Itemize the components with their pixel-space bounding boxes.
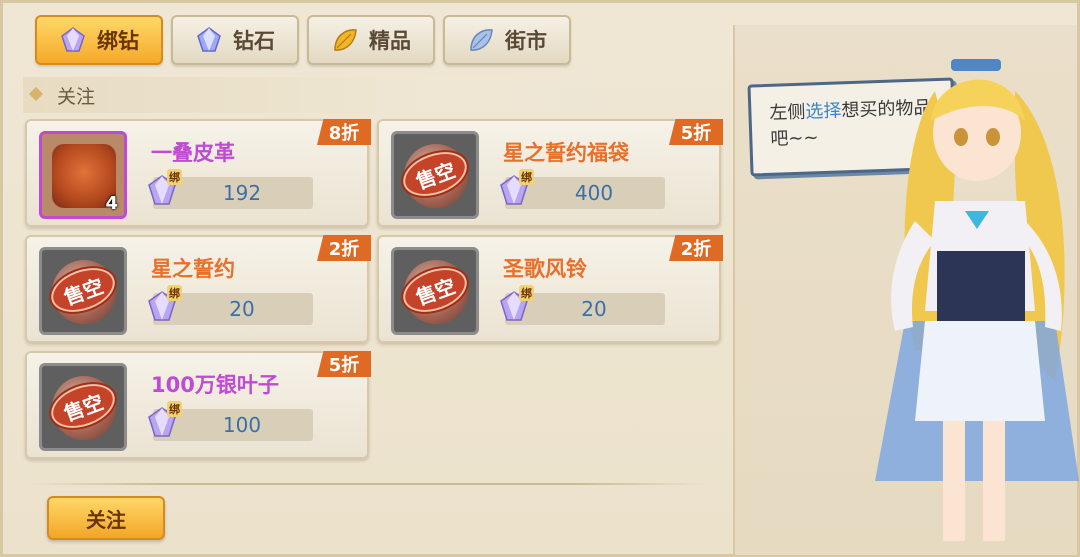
shop-window: 绑钻 钻石 精品 街市 关注 4 一叠皮革 8折 192 绑 售空 星之誓约福袋… (0, 0, 1080, 557)
diamond-icon (197, 27, 221, 52)
discount-tag: 8折 (317, 119, 371, 145)
follow-button[interactable]: 关注 (47, 496, 165, 540)
tab-premium[interactable]: 精品 (307, 15, 435, 65)
speech-highlight: 选择 (805, 100, 842, 123)
shop-item-card[interactable]: 售空 星之誓约福袋 5折 400 绑 (377, 119, 723, 227)
divider (27, 483, 709, 485)
tab-label: 精品 (369, 29, 411, 53)
bind-tag: 绑 (519, 285, 534, 301)
bind-tag: 绑 (519, 169, 534, 185)
shop-item-card[interactable]: 售空 100万银叶子 5折 100 绑 (25, 351, 371, 459)
item-slot: 4 (39, 131, 127, 219)
tab-label: 绑钻 (97, 29, 139, 53)
discount-tag: 2折 (317, 235, 371, 261)
bind-tag: 绑 (167, 401, 182, 417)
item-slot: 售空 (391, 247, 479, 335)
item-slot: 售空 (39, 247, 127, 335)
shop-item-card[interactable]: 4 一叠皮革 8折 192 绑 (25, 119, 371, 227)
tab-diamond[interactable]: 钻石 (171, 15, 299, 65)
bind-tag: 绑 (167, 285, 182, 301)
item-name: 星之誓约福袋 (503, 141, 629, 165)
shop-item-card[interactable]: 售空 星之誓约 2折 20 绑 (25, 235, 371, 343)
tab-label: 街市 (505, 29, 547, 53)
discount-tag: 5折 (317, 351, 371, 377)
gold-leaf-icon (334, 29, 357, 51)
item-name: 圣歌风铃 (503, 257, 587, 281)
bound-diamond-icon (61, 27, 85, 52)
shop-list-panel: 绑钻 钻石 精品 街市 关注 4 一叠皮革 8折 192 绑 售空 星之誓约福袋… (17, 13, 729, 553)
section-header-follow: 关注 (23, 77, 711, 113)
bullet-diamond-icon (28, 86, 44, 102)
blue-leaf-icon (470, 29, 493, 51)
tab-market[interactable]: 街市 (443, 15, 571, 65)
section-title: 关注 (57, 85, 96, 108)
shop-item-card[interactable]: 售空 圣歌风铃 2折 20 绑 (377, 235, 723, 343)
item-count: 4 (105, 193, 118, 214)
item-slot: 售空 (39, 363, 127, 451)
bind-tag: 绑 (167, 169, 182, 185)
item-slot: 售空 (391, 131, 479, 219)
speech-text-before: 左侧 (769, 101, 806, 124)
tab-label: 钻石 (233, 29, 275, 53)
item-name: 100万银叶子 (151, 373, 279, 397)
item-name: 一叠皮革 (151, 141, 235, 165)
item-name: 星之誓约 (151, 257, 235, 281)
npc-panel: 左侧选择想买的物品吧~~ (733, 25, 1079, 555)
tab-bound-diamond[interactable]: 绑钻 (35, 15, 163, 65)
discount-tag: 2折 (669, 235, 723, 261)
discount-tag: 5折 (669, 119, 723, 145)
currency-tabs: 绑钻 钻石 精品 街市 (35, 15, 571, 65)
npc-character-illustration (875, 59, 1079, 541)
